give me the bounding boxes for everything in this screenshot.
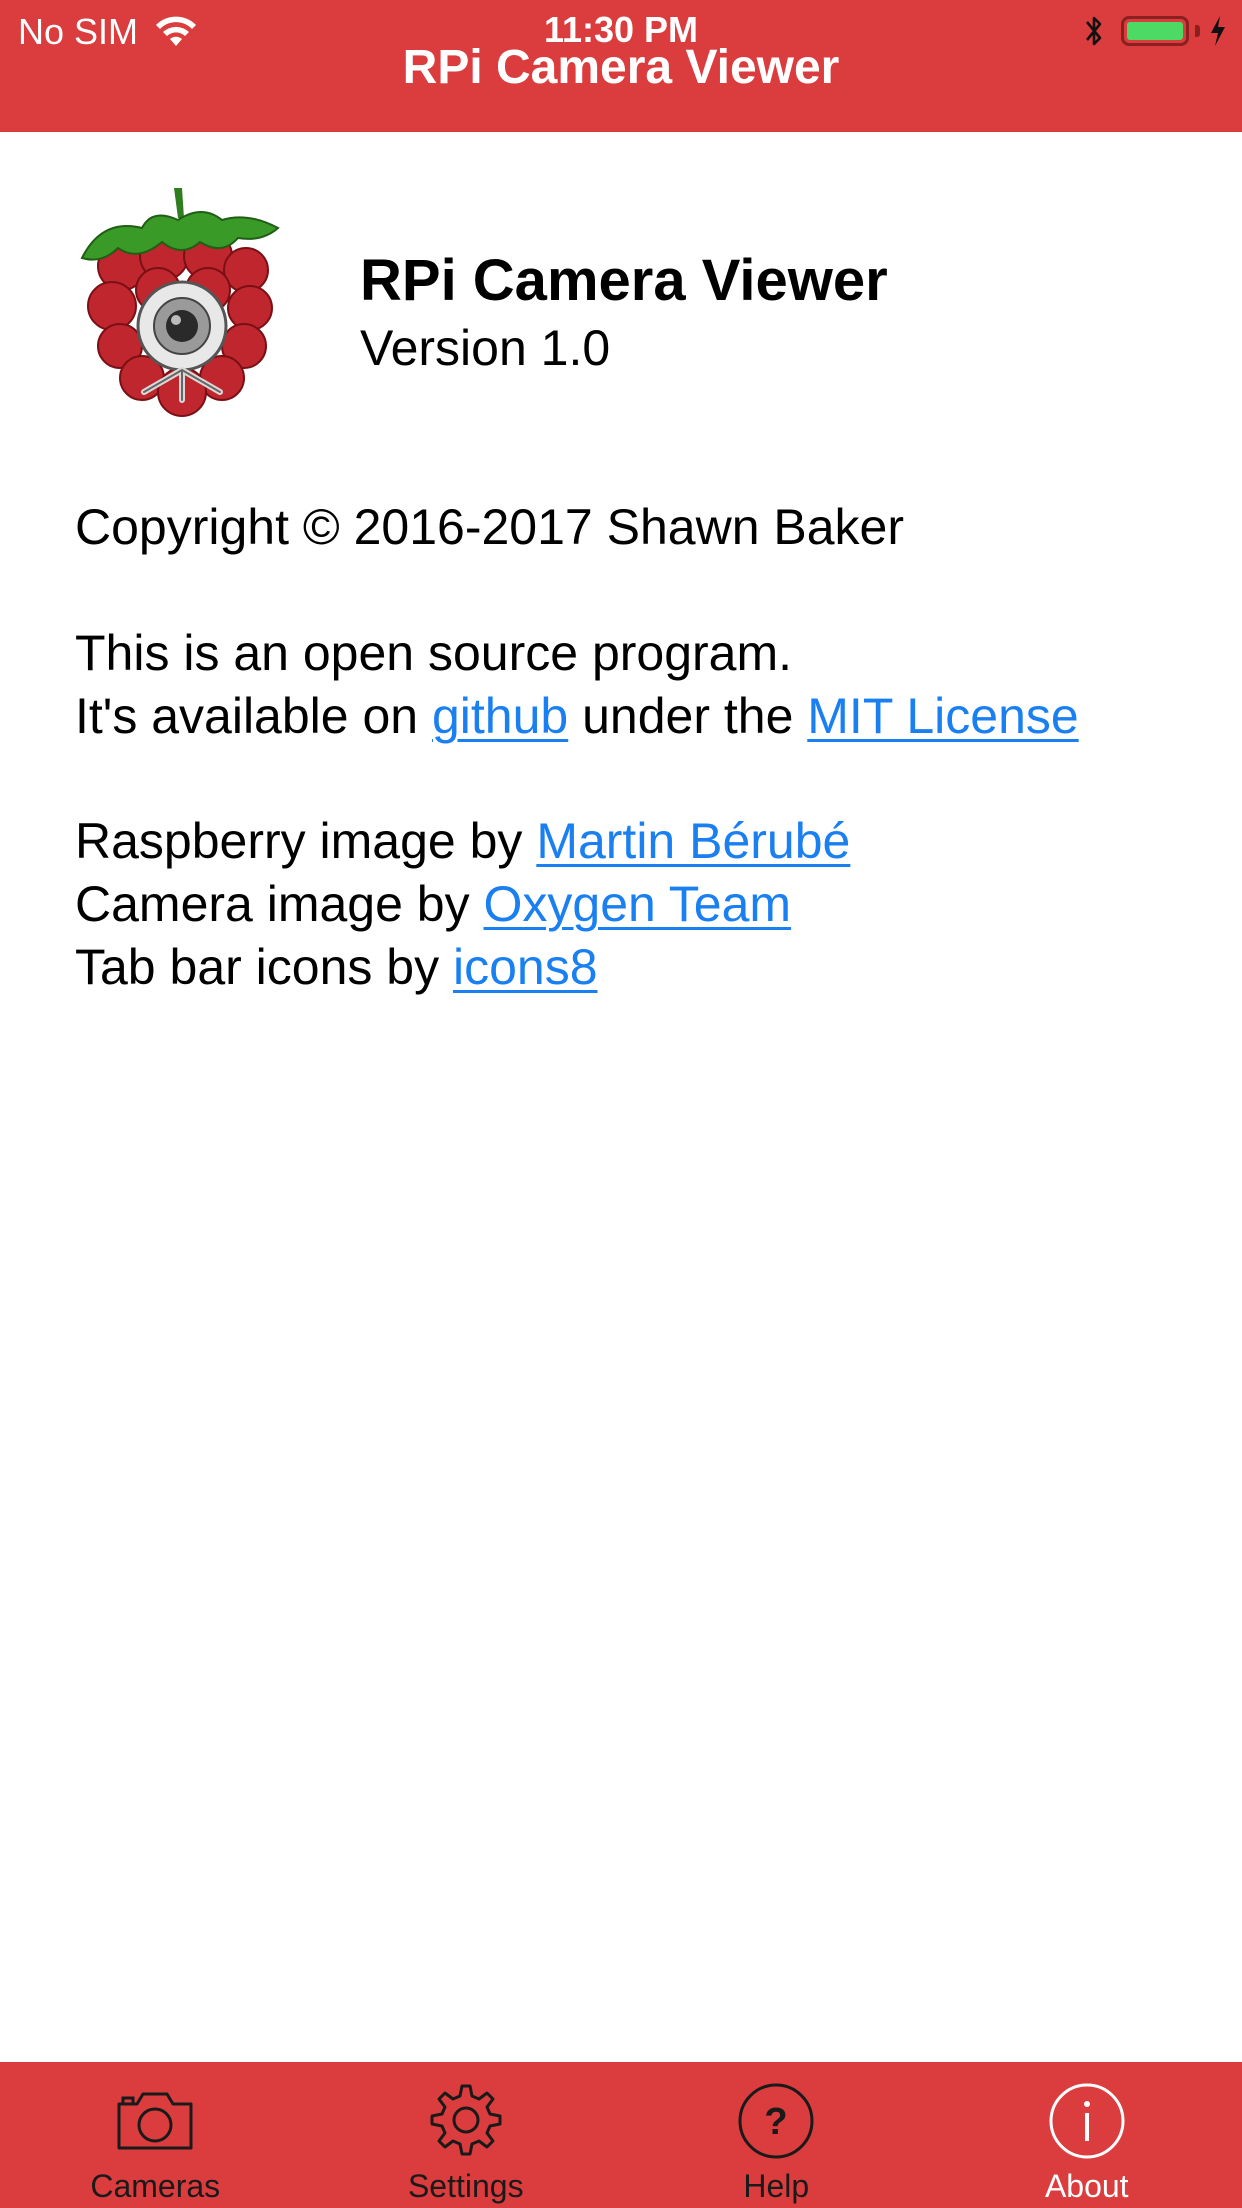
info-icon [1049, 2083, 1125, 2159]
oxygen-team-link[interactable]: Oxygen Team [484, 876, 792, 932]
header-bar: No SIM 11:30 PM RPi Camera Viewer [0, 0, 1242, 132]
mit-license-link[interactable]: MIT License [807, 688, 1078, 744]
battery-fill [1127, 22, 1183, 40]
icons8-link[interactable]: icons8 [453, 939, 598, 995]
camera-credit-prefix: Camera image by [75, 876, 484, 932]
availability-prefix: It's available on [75, 688, 432, 744]
tab-settings-label: Settings [407, 2168, 524, 2204]
raspberry-credit-line: Raspberry image by Martin Bérubé [75, 810, 850, 872]
tab-help[interactable]: ? Help [621, 2062, 932, 2208]
tab-help-label: Help [743, 2168, 810, 2204]
raspberry-credit-prefix: Raspberry image by [75, 813, 537, 869]
tab-cameras[interactable]: Cameras [0, 2062, 311, 2208]
app-logo-icon [80, 188, 280, 417]
help-icon: ? [738, 2083, 814, 2159]
github-link[interactable]: github [432, 688, 568, 744]
tabbar-credit-line: Tab bar icons by icons8 [75, 936, 598, 998]
tab-cameras-label: Cameras [90, 2168, 221, 2204]
martin-berube-link[interactable]: Martin Bérubé [536, 813, 850, 869]
camera-icon [117, 2092, 193, 2150]
app-version: Version 1.0 [360, 320, 611, 376]
svg-text:?: ? [765, 2101, 788, 2143]
copyright-text: Copyright © 2016-2017 Shawn Baker [75, 499, 905, 555]
open-source-text: This is an open source program. [75, 625, 793, 681]
battery-nub [1195, 25, 1200, 37]
nav-title: RPi Camera Viewer [402, 41, 840, 94]
availability-line: It's available on github under the MIT L… [75, 685, 1079, 747]
app-name: RPi Camera Viewer [360, 248, 888, 313]
tabbar-credit-prefix: Tab bar icons by [75, 939, 453, 995]
tab-settings[interactable]: Settings [311, 2062, 622, 2208]
tab-about[interactable]: About [932, 2062, 1242, 2208]
availability-middle: under the [568, 688, 808, 744]
tab-about-label: About [1044, 2168, 1129, 2204]
camera-credit-line: Camera image by Oxygen Team [75, 873, 791, 935]
tab-bar: Cameras Settings ? Help About [0, 2062, 1242, 2208]
gear-icon [430, 2084, 502, 2156]
about-screen: No SIM 11:30 PM RPi Camera Viewer RPi Ca… [0, 0, 1242, 2208]
